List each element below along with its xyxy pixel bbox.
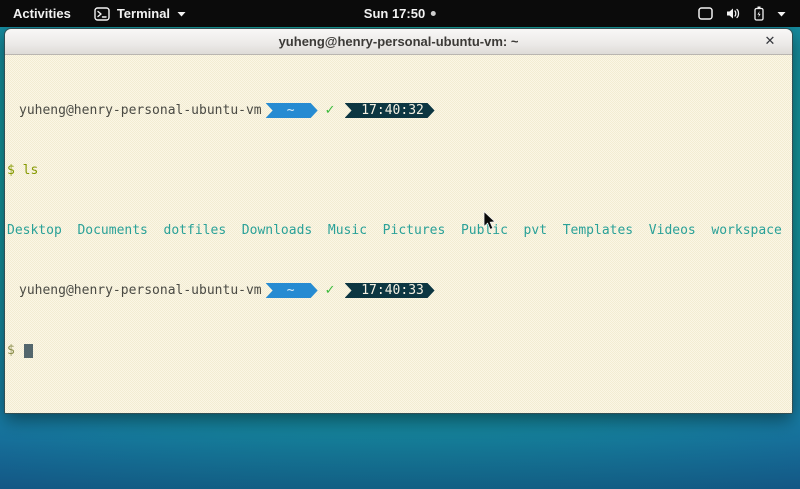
prompt-path-segment: ~ — [266, 283, 318, 298]
terminal-window: yuheng@henry-personal-ubuntu-vm: ~ ✕ yuh… — [4, 28, 793, 414]
chevron-down-icon — [777, 11, 786, 17]
status-check-icon: ✓ — [325, 103, 336, 118]
prompt-line: yuheng@henry-personal-ubuntu-vm ~ ✓ 17:4… — [7, 283, 790, 298]
prompt-time-segment: 17:40:32 — [345, 103, 435, 118]
volume-icon — [726, 7, 741, 20]
input-prompt-symbol: $ — [7, 343, 15, 358]
prompt-line: yuheng@henry-personal-ubuntu-vm ~ ✓ 17:4… — [7, 103, 790, 118]
ls-output-line: Desktop Documents dotfiles Downloads Mus… — [7, 223, 790, 238]
app-menu-terminal[interactable]: Terminal — [84, 0, 196, 27]
prompt-path-segment: ~ — [266, 103, 318, 118]
clock-label: Sun 17:50 — [364, 6, 425, 21]
prompt-time-segment: 17:40:33 — [345, 283, 435, 298]
battery-charging-icon — [754, 6, 764, 21]
command-space — [15, 163, 23, 178]
input-line[interactable]: $ — [7, 343, 790, 358]
app-menu-label: Terminal — [117, 6, 170, 21]
terminal-app-icon — [94, 7, 110, 21]
terminal-cursor — [24, 344, 33, 358]
clock-button[interactable]: Sun 17:50 — [364, 0, 436, 27]
top-bar-left: Activities Terminal — [0, 0, 196, 27]
system-status-menu[interactable] — [692, 0, 792, 27]
top-bar: Activities Terminal Sun 17:50 — [0, 0, 800, 27]
window-title: yuheng@henry-personal-ubuntu-vm: ~ — [279, 34, 519, 49]
status-check-icon: ✓ — [325, 283, 336, 298]
screen-icon — [698, 7, 713, 20]
command-prompt-symbol: $ — [7, 163, 15, 178]
prompt-user-host: yuheng@henry-personal-ubuntu-vm — [19, 283, 262, 298]
activities-label: Activities — [13, 6, 71, 21]
prompt-user-host: yuheng@henry-personal-ubuntu-vm — [19, 103, 262, 118]
notification-dot-icon — [431, 11, 436, 16]
app-menu-chevron-down-icon — [177, 11, 186, 17]
close-button[interactable]: ✕ — [757, 29, 783, 54]
terminal-content[interactable]: yuheng@henry-personal-ubuntu-vm ~ ✓ 17:4… — [5, 55, 792, 413]
mouse-pointer-icon — [483, 211, 496, 236]
window-titlebar[interactable]: yuheng@henry-personal-ubuntu-vm: ~ ✕ — [5, 29, 792, 55]
command-line: $ ls — [7, 163, 790, 178]
activities-button[interactable]: Activities — [0, 0, 84, 27]
directory-list: Desktop Documents dotfiles Downloads Mus… — [7, 223, 782, 238]
command-text: ls — [23, 163, 39, 178]
